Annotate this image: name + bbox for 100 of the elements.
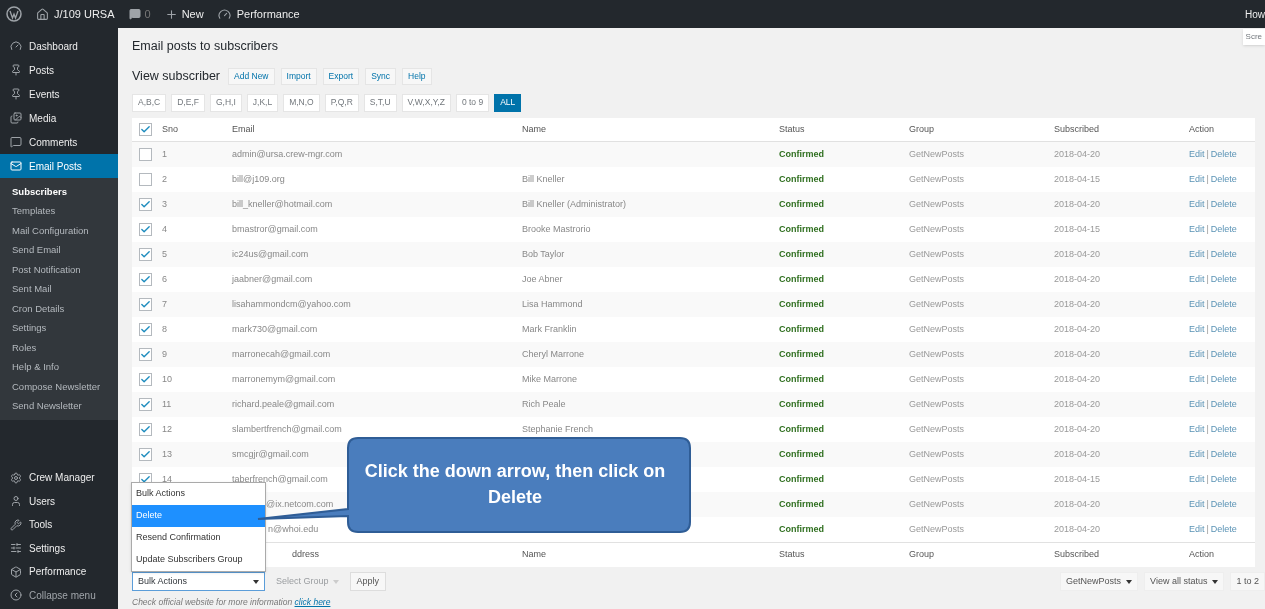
delete-link[interactable]: Delete	[1210, 323, 1237, 337]
action-button[interactable]: Add New	[228, 68, 275, 86]
edit-link[interactable]: Edit	[1189, 373, 1205, 387]
submenu-item[interactable]: Help & Info	[0, 357, 118, 377]
comment-icon[interactable]	[128, 8, 141, 20]
sidebar-item[interactable]: Tools	[0, 513, 118, 537]
click-here-link[interactable]: click here	[294, 597, 331, 608]
edit-link[interactable]: Edit	[1189, 398, 1205, 412]
filter-select[interactable]: View all status	[1144, 572, 1225, 592]
action-button[interactable]: Import	[280, 68, 317, 86]
delete-link[interactable]: Delete	[1210, 273, 1237, 287]
action-button[interactable]: Help	[402, 68, 432, 86]
account-link[interactable]: How	[1245, 6, 1265, 22]
edit-link[interactable]: Edit	[1189, 348, 1205, 362]
edit-link[interactable]: Edit	[1189, 173, 1205, 187]
sidebar-item[interactable]: Media	[0, 106, 118, 130]
edit-link[interactable]: Edit	[1189, 323, 1205, 337]
edit-link[interactable]: Edit	[1189, 248, 1205, 262]
row-checkbox[interactable]	[139, 423, 152, 437]
sidebar-item[interactable]: Settings	[0, 536, 118, 560]
row-checkbox[interactable]	[139, 323, 152, 337]
action-button[interactable]: Sync	[365, 68, 397, 86]
edit-link[interactable]: Edit	[1189, 423, 1205, 437]
submenu-item[interactable]: Send Newsletter	[0, 396, 118, 416]
row-checkbox[interactable]	[139, 298, 152, 312]
delete-link[interactable]: Delete	[1210, 498, 1237, 512]
apply-button[interactable]: Apply	[349, 572, 387, 592]
home-icon[interactable]	[36, 7, 49, 21]
letter-filter[interactable]: V,W,X,Y,Z	[401, 93, 451, 112]
menu-option[interactable]: Update Subscribers Group	[132, 549, 265, 571]
delete-link[interactable]: Delete	[1210, 523, 1237, 537]
letter-filter[interactable]: J,K,L	[246, 93, 279, 112]
sidebar-item[interactable]: Users	[0, 489, 118, 513]
sidebar-item[interactable]: Dashboard	[0, 34, 118, 58]
submenu-item[interactable]: Mail Configuration	[0, 221, 118, 241]
site-name-link[interactable]: J/109 URSA	[54, 5, 115, 23]
edit-link[interactable]: Edit	[1189, 273, 1205, 287]
edit-link[interactable]: Edit	[1189, 523, 1205, 537]
submenu-item[interactable]: Send Email	[0, 240, 118, 260]
delete-link[interactable]: Delete	[1210, 473, 1237, 487]
edit-link[interactable]: Edit	[1189, 148, 1205, 162]
menu-option[interactable]: Bulk Actions	[132, 483, 265, 505]
row-checkbox[interactable]	[139, 273, 152, 287]
row-checkbox[interactable]	[139, 348, 152, 362]
delete-link[interactable]: Delete	[1210, 148, 1237, 162]
letter-filter[interactable]: A,B,C	[132, 93, 167, 112]
letter-filter[interactable]: S,T,U	[363, 93, 397, 112]
menu-option[interactable]: Resend Confirmation	[132, 527, 265, 549]
submenu-item[interactable]: Post Notification	[0, 260, 118, 280]
row-checkbox[interactable]	[139, 173, 152, 187]
row-checkbox[interactable]	[139, 198, 152, 212]
filter-select[interactable]: GetNewPosts	[1060, 572, 1139, 592]
submenu-item[interactable]: Settings	[0, 318, 118, 338]
comment-count[interactable]: 0	[144, 5, 151, 23]
sidebar-item[interactable]: Comments	[0, 130, 118, 154]
edit-link[interactable]: Edit	[1189, 298, 1205, 312]
delete-link[interactable]: Delete	[1210, 298, 1237, 312]
edit-link[interactable]: Edit	[1189, 498, 1205, 512]
sidebar-item[interactable]: Posts	[0, 58, 118, 82]
sidebar-item[interactable]: Email Posts	[0, 154, 118, 178]
letter-filter[interactable]: D,E,F	[171, 93, 205, 112]
pagination-select[interactable]: 1 to 2	[1230, 572, 1265, 592]
row-checkbox[interactable]	[139, 248, 152, 262]
edit-link[interactable]: Edit	[1189, 198, 1205, 212]
delete-link[interactable]: Delete	[1210, 198, 1237, 212]
delete-link[interactable]: Delete	[1210, 248, 1237, 262]
row-checkbox[interactable]	[139, 373, 152, 387]
delete-link[interactable]: Delete	[1210, 223, 1237, 237]
row-checkbox[interactable]	[139, 148, 152, 162]
row-checkbox[interactable]	[139, 123, 152, 137]
sidebar-item[interactable]: Crew Manager	[0, 466, 118, 490]
delete-link[interactable]: Delete	[1210, 448, 1237, 462]
delete-link[interactable]: Delete	[1210, 398, 1237, 412]
submenu-item[interactable]: Templates	[0, 201, 118, 221]
letter-filter[interactable]: ALL	[494, 93, 522, 112]
delete-link[interactable]: Delete	[1210, 348, 1237, 362]
performance-icon[interactable]	[217, 7, 231, 21]
letter-filter[interactable]: P,Q,R	[324, 93, 359, 112]
screen-options-tab[interactable]: Scre	[1242, 29, 1265, 45]
letter-filter[interactable]: G,H,I	[209, 93, 242, 112]
submenu-item[interactable]: Cron Details	[0, 299, 118, 319]
submenu-item[interactable]: Roles	[0, 338, 118, 358]
letter-filter[interactable]: M,N,O	[283, 93, 320, 112]
delete-link[interactable]: Delete	[1210, 423, 1237, 437]
sidebar-item[interactable]: Collapse menu	[0, 583, 118, 607]
edit-link[interactable]: Edit	[1189, 223, 1205, 237]
edit-link[interactable]: Edit	[1189, 448, 1205, 462]
row-checkbox[interactable]	[139, 398, 152, 412]
submenu-item[interactable]: Compose Newsletter	[0, 377, 118, 397]
submenu-item[interactable]: Sent Mail	[0, 279, 118, 299]
letter-filter[interactable]: 0 to 9	[455, 93, 490, 112]
menu-option[interactable]: Delete	[132, 505, 265, 527]
delete-link[interactable]: Delete	[1210, 373, 1237, 387]
bulk-actions-select[interactable]: Bulk Actions	[132, 572, 265, 592]
add-icon[interactable]	[164, 7, 178, 21]
row-checkbox[interactable]	[139, 223, 152, 237]
row-checkbox[interactable]	[139, 448, 152, 462]
submenu-item[interactable]: Subscribers	[0, 182, 118, 202]
wordpress-logo-icon[interactable]	[6, 6, 22, 22]
performance-link[interactable]: Performance	[236, 5, 300, 23]
